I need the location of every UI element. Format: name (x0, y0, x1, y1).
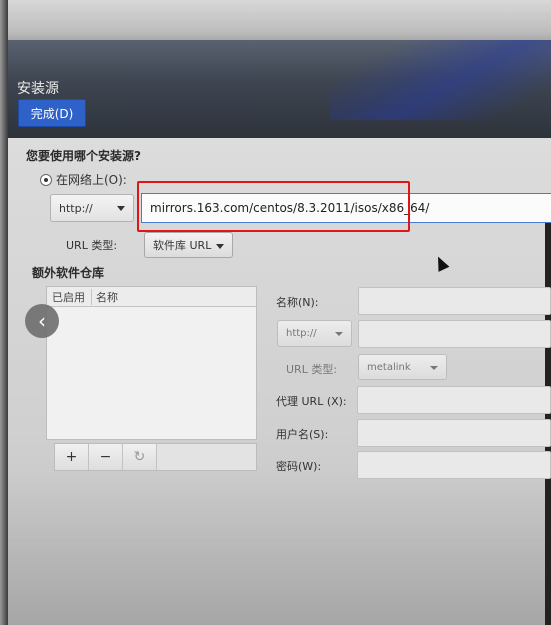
url-type-select[interactable]: 软件库 URL (144, 232, 233, 258)
network-radio[interactable] (40, 173, 52, 186)
protocol-select[interactable]: http:// (50, 194, 134, 222)
chevron-down-icon (216, 244, 224, 249)
repo-protocol-value: http:// (286, 328, 317, 339)
add-repo-button[interactable]: + (55, 444, 89, 470)
proxy-url-field[interactable] (357, 386, 551, 414)
page-title: 安装源 (17, 81, 59, 97)
protocol-select-value: http:// (59, 201, 93, 215)
chevron-down-icon (335, 332, 343, 336)
password-label: 密码(W): (276, 460, 322, 473)
chevron-down-icon (117, 206, 125, 211)
header-decoration (330, 40, 551, 120)
proxy-url-label: 代理 URL (X): (276, 395, 347, 408)
url-type-select-value: 软件库 URL (153, 239, 212, 252)
repo-url-field[interactable] (358, 320, 551, 348)
username-field[interactable] (357, 419, 551, 447)
network-radio-row[interactable]: 在网络上(O): (40, 171, 127, 188)
back-arrow-icon[interactable]: ‹ (25, 304, 59, 338)
content-shade (8, 470, 551, 625)
repo-url-type-label: URL 类型: (286, 363, 338, 376)
username-label: 用户名(S): (276, 428, 329, 441)
column-name[interactable]: 名称 (92, 289, 118, 305)
chevron-down-icon (430, 366, 438, 370)
repos-heading: 额外软件仓库 (32, 266, 105, 280)
repo-toolbar: + − ↻ (54, 443, 257, 471)
repo-protocol-select[interactable]: http:// (277, 320, 352, 347)
monitor-bezel (0, 0, 8, 625)
source-question: 您要使用哪个安装源? (26, 149, 141, 163)
refresh-icon[interactable]: ↻ (123, 444, 157, 470)
repo-name-field[interactable] (358, 287, 551, 315)
column-enabled[interactable]: 已启用 (47, 288, 92, 305)
url-type-label: URL 类型: (66, 239, 118, 252)
repo-name-label: 名称(N): (276, 296, 319, 309)
highlight-box (137, 181, 410, 232)
remove-repo-button[interactable]: − (89, 444, 123, 470)
repo-url-type-select[interactable]: metalink (358, 354, 447, 380)
password-field[interactable] (357, 451, 551, 479)
repo-list-header: 已启用 名称 (47, 287, 256, 307)
repo-url-type-value: metalink (367, 361, 411, 373)
done-button[interactable]: 完成(D) (18, 99, 86, 127)
repo-list[interactable]: 已启用 名称 (46, 286, 257, 440)
network-radio-label: 在网络上(O): (56, 173, 127, 187)
